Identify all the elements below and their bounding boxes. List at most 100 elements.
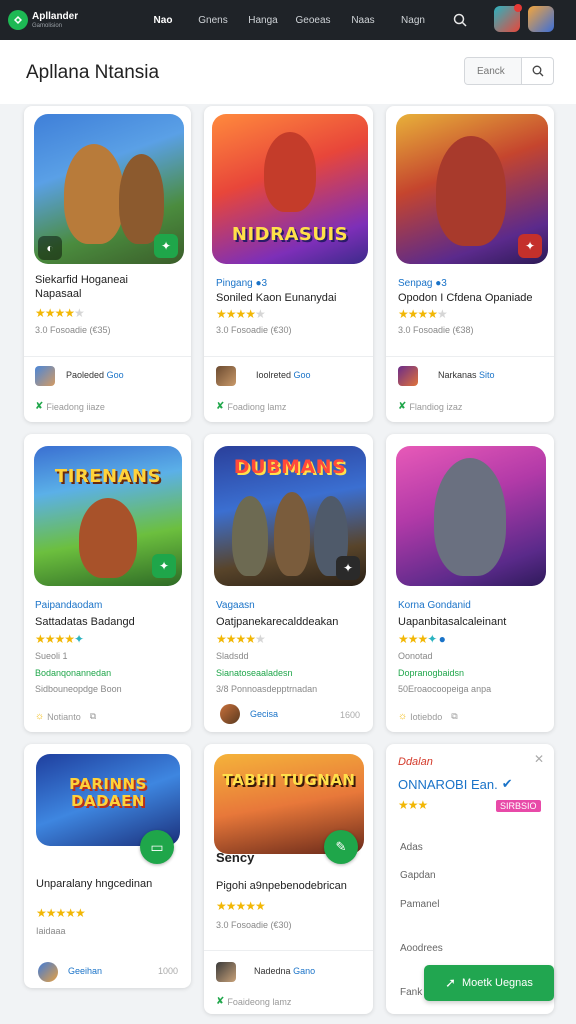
rating-stars: ★★★★★ (216, 899, 266, 913)
developer-avatar (220, 704, 240, 724)
download-count: 1600 (340, 710, 361, 720)
game-card[interactable]: ◐ ✦ Siekarfid Hoganeai Napasaal ★★★★★ 3.… (24, 106, 191, 422)
brand-logo-icon (8, 10, 28, 30)
rating-stars: ★★★★★ (398, 307, 448, 321)
game-card[interactable]: DUBMANS ✦ Vagaasn Oatjpanekarecalddeakan… (204, 434, 373, 732)
character-art (64, 144, 124, 244)
game-genre: Vagaasn (216, 600, 255, 611)
divider (204, 950, 373, 951)
game-thumbnail[interactable] (396, 446, 546, 586)
page-title: Apllana Ntansia (26, 62, 160, 83)
game-title[interactable]: Opodon I Cfdena Opaniade (398, 292, 533, 306)
game-thumbnail[interactable]: ◐ ✦ (34, 114, 184, 264)
nav-item-categories[interactable]: Hanga (238, 15, 288, 26)
panel-row[interactable]: Fank (400, 987, 422, 998)
game-card[interactable]: TABHI TUGNAN ✎ Sency Pigohi a9npebenodeb… (204, 744, 373, 1014)
game-thumbnail[interactable]: TIRENANS ✦ (34, 446, 182, 586)
share-icon: ⧉ (89, 711, 97, 721)
game-card[interactable]: ✦ Senpag ●3 Opodon I Cfdena Opaniade ★★★… (386, 106, 554, 422)
game-thumbnail[interactable]: NIDRASUIS (212, 114, 368, 264)
game-title[interactable]: Oatjpanekarecalddeakan (216, 616, 338, 630)
brand-name: Apllander (32, 10, 79, 22)
game-genre: Senpag ●3 (398, 278, 447, 289)
chat-icon[interactable]: ▭ (140, 830, 174, 864)
game-genre: Korna Gondanid (398, 600, 471, 611)
rating-text: 3/8 Ponnoasdepptrnadan (216, 684, 318, 694)
search-input[interactable] (465, 58, 521, 84)
search-button[interactable] (521, 58, 553, 84)
game-logo-text: TIRENANS (54, 466, 162, 487)
character-art (264, 132, 316, 212)
rating-stars: ★★★★★ (216, 307, 266, 321)
card-footer: ☼ Iotiebdo ⧉ (398, 711, 458, 722)
brand[interactable]: Apllander Gamolision (8, 10, 128, 30)
rating-text: 3.0 Fosoadie (€30) (216, 325, 292, 335)
developer-name[interactable]: Gecisa (250, 709, 278, 719)
nav-item-genres[interactable]: Geoeas (288, 15, 338, 26)
page-header: Apllana Ntansia (0, 40, 576, 104)
game-status: Dopranogbaidsn (398, 668, 465, 678)
gamepad-icon: ✦ (518, 234, 542, 258)
game-title[interactable]: Siekarfid Hoganeai Napasaal (35, 274, 183, 302)
link-icon: ✘ (35, 401, 44, 412)
developer-name[interactable]: Nadedna Gano (254, 966, 315, 976)
developer-name[interactable]: Narkanas Sito (438, 370, 495, 380)
character-art (79, 498, 137, 578)
nav-item-home[interactable]: Nao (138, 15, 188, 26)
game-logo-text: NIDRASUIS (231, 224, 349, 245)
game-subinfo: Sueoli 1 (35, 651, 68, 661)
primary-action-button[interactable]: ➚ Moetk Uegnas (424, 965, 554, 1001)
rating-text: 50Eroaocoopeiga anpa (398, 684, 492, 694)
panel-row[interactable]: Pamanel (400, 899, 439, 910)
game-thumbnail[interactable]: ✦ (396, 114, 548, 264)
panel-label: Ddalan (398, 756, 433, 768)
game-card[interactable]: NIDRASUIS Pingang ●3 Soniled Kaon Eunany… (204, 106, 373, 422)
game-title[interactable]: Unparalany hngcedinan (36, 878, 152, 892)
rating-text: Iaidaaa (36, 926, 66, 936)
rating-stars: ★★★★✦ (35, 632, 84, 646)
nav-item-games[interactable]: Gnens (188, 15, 238, 26)
gamepad-icon: ◐ (38, 236, 62, 260)
developer-name[interactable]: Ioolreted Goo (256, 370, 311, 380)
developer-avatar (35, 366, 55, 386)
game-status: Bodanqonannedan (35, 668, 112, 678)
panel-title: ONNAROBI Ean. ✔ (398, 776, 513, 792)
game-status: Sianatoseaaladesn (216, 668, 293, 678)
rating-text: Sidbouneopdge Boon (35, 684, 122, 694)
rating-stars: ★★★ (398, 798, 428, 812)
game-logo-text: DUBMANS (233, 456, 347, 478)
game-title[interactable]: Pigohi a9npebenodebrican (216, 880, 347, 894)
rating-stars: ★★★★★ (216, 632, 266, 646)
nav-item-apps[interactable]: Nagn (388, 15, 438, 26)
card-footer: ✘ Foaideong lamz (216, 996, 292, 1007)
search-icon (532, 65, 543, 77)
gamepad-icon: ✦ (336, 556, 360, 580)
nav-menu: Nao Gnens Hanga Geoeas Naas Nagn (138, 15, 438, 26)
panel-row[interactable]: Adas (400, 842, 423, 853)
character-art (436, 136, 506, 246)
edit-icon[interactable]: ✎ (324, 830, 358, 864)
game-card[interactable]: Korna Gondanid Uapanbitasalcaleinant ★★★… (386, 434, 554, 732)
rating-stars: ★★★★★ (35, 306, 85, 320)
search-icon[interactable] (450, 10, 470, 30)
developer-name[interactable]: Geeihan (68, 966, 102, 976)
game-title[interactable]: Soniled Kaon Eunanydai (216, 292, 336, 306)
gamepad-icon: ✦ (152, 554, 176, 578)
divider (204, 356, 373, 357)
card-footer: ✘ Flandiog izaz (398, 401, 463, 412)
panel-row[interactable]: Aoodrees (400, 943, 443, 954)
nav-item-news[interactable]: Naas (338, 15, 388, 26)
game-title[interactable]: Uapanbitasalcaleinant (398, 616, 506, 630)
user-avatar[interactable] (528, 6, 554, 32)
character-art (274, 492, 310, 576)
game-title[interactable]: Sattadatas Badangd (35, 616, 135, 630)
game-subinfo: Oonotad (398, 651, 433, 661)
game-thumbnail[interactable]: DUBMANS ✦ (214, 446, 366, 586)
game-card[interactable]: PARINNS DADAEN ▭ Unparalany hngcedinan ★… (24, 744, 191, 988)
game-card[interactable]: TIRENANS ✦ Paipandaodam Sattadatas Badan… (24, 434, 191, 732)
close-icon[interactable]: ✕ (534, 752, 544, 766)
developer-name[interactable]: Paoleded Goo (66, 370, 124, 380)
notifications-avatar[interactable] (494, 4, 522, 32)
game-genre: Pingang ●3 (216, 278, 268, 289)
panel-row[interactable]: Gapdan (400, 870, 436, 881)
